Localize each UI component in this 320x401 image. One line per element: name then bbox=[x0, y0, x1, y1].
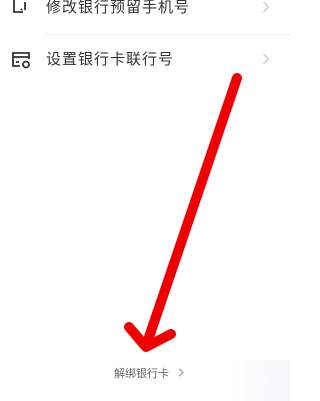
chevron-right-icon bbox=[263, 1, 270, 13]
menu-item-set-bank-code[interactable]: 设置银行卡联行号 bbox=[0, 35, 290, 85]
edge-fade bbox=[232, 360, 290, 401]
menu-item-label: 设置银行卡联行号 bbox=[46, 50, 175, 68]
bank-card-icon bbox=[12, 52, 30, 69]
chevron-right-icon bbox=[263, 53, 270, 65]
menu-item-label: 修改银行预留手机号 bbox=[46, 0, 191, 16]
unbind-bank-card-label: 解绑银行卡 bbox=[114, 367, 169, 380]
unbind-bank-card-link[interactable]: 解绑银行卡 bbox=[114, 362, 184, 380]
phone-edit-icon bbox=[13, 0, 26, 13]
menu-item-change-reserved-phone[interactable]: 修改银行预留手机号 bbox=[0, 0, 290, 33]
arrow-shaft bbox=[141, 73, 242, 351]
arrow-head bbox=[124, 322, 176, 352]
chevron-right-icon bbox=[178, 368, 184, 377]
